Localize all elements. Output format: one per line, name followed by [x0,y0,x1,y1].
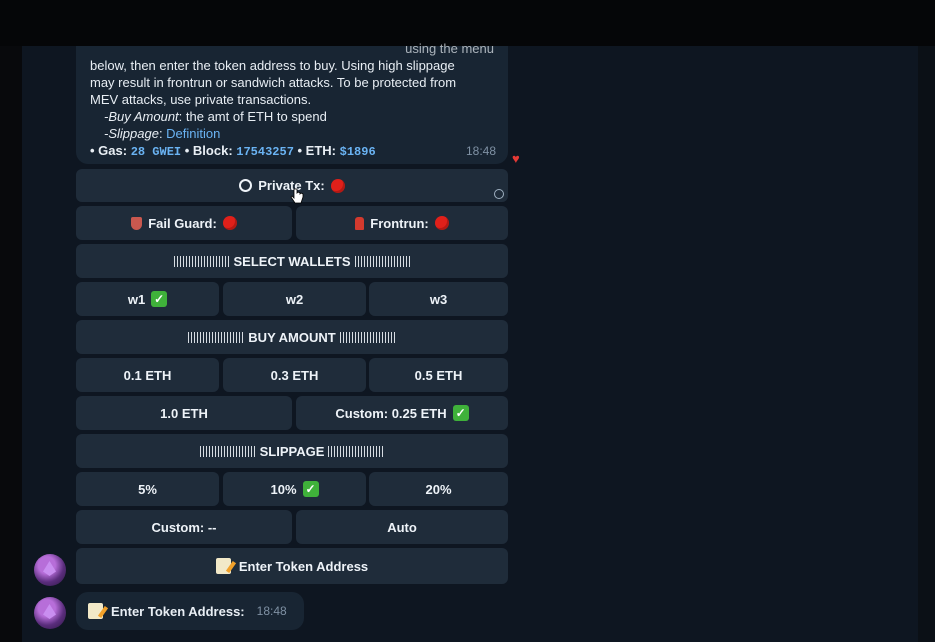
slippage-option-label: 10% [270,481,297,497]
bars-icon [339,331,396,343]
enter-token-address-button[interactable]: Enter Token Address [76,548,508,584]
frontrun-label: Frontrun: [370,215,429,231]
message-line: below, then enter the token address to b… [90,58,455,73]
bars-icon [328,445,385,457]
block-value: 17543257 [236,145,294,159]
red-circle-icon [330,178,345,193]
amount-0-5-button[interactable]: 0.5 ETH [369,358,508,392]
check-icon: ✓ [151,291,168,307]
eth-value: $1896 [339,145,376,159]
buy-amount-term: -Buy Amount [104,109,179,124]
bot-avatar[interactable] [34,597,66,629]
wallet-label: w2 [285,291,304,307]
amount-label: 1.0 ETH [160,405,208,421]
buy-amount-note: -Buy Amount: the amt of ETH to spend [90,108,494,125]
amount-0-1-button[interactable]: 0.1 ETH [76,358,219,392]
slippage-20-button[interactable]: 20% [369,472,508,506]
wallet-w3-button[interactable]: w3 [369,282,508,316]
wallet-label: w1 [127,291,146,307]
clock-icon [494,189,504,199]
slippage-option-label: 5% [138,481,157,497]
amount-label: 0.1 ETH [123,367,172,383]
slippage-auto-button[interactable]: Auto [296,510,508,544]
slippage-option-label: Custom: -- [151,519,217,535]
red-circle-icon [222,216,237,230]
slippage-option-label: 20% [425,481,452,497]
ring-icon [239,179,253,192]
wallet-w1-button[interactable]: w1 ✓ [76,282,219,316]
slippage-10-button[interactable]: 10% ✓ [223,472,366,506]
reply-time: 18:48 [256,604,287,618]
wallet-label: w3 [429,291,448,307]
bars-icon [173,255,230,267]
bars-icon [199,445,256,457]
memo-icon [215,558,231,574]
heart-icon: ♥ [512,151,520,166]
buy-amount-desc: : the amt of ETH to spend [178,109,327,124]
slippage-label: SLIPPAGE [259,443,325,459]
gas-label: • Gas: [90,143,128,158]
select-wallets-label: SELECT WALLETS [233,253,351,269]
shield-icon [131,216,143,230]
enter-token-label: Enter Token Address [238,558,369,574]
check-icon: ✓ [452,405,469,421]
check-icon: ✓ [302,481,319,497]
slippage-note: -Slippage: Definition [90,125,494,142]
buy-amount-label: BUY AMOUNT [248,329,336,345]
slippage-option-label: Auto [387,519,417,535]
amount-label: Custom: 0.25 ETH [335,405,447,421]
message-line: using the menu [405,41,494,56]
slippage-5-button[interactable]: 5% [76,472,219,506]
message-time: 18:48 [465,144,496,158]
slippage-term: -Slippage [104,126,159,141]
message-line: MEV attacks, use private transactions. [90,92,312,107]
left-edge [0,46,22,642]
slippage-header[interactable]: SLIPPAGE [76,434,508,468]
bars-icon [188,331,245,343]
fail-guard-label: Fail Guard: [148,215,217,231]
fire-hydrant-icon [355,216,365,230]
memo-icon [88,603,103,619]
reply-text: Enter Token Address: [111,603,245,619]
right-edge [918,46,935,642]
amount-0-3-button[interactable]: 0.3 ETH [223,358,366,392]
gas-value: 28 GWEI [130,145,182,159]
reply-message: Enter Token Address: 18:48 [76,592,304,630]
eth-label: • ETH: [297,143,337,158]
bot-avatar[interactable] [34,554,66,586]
red-circle-icon [434,216,449,230]
fail-guard-button[interactable]: Fail Guard: [76,206,292,240]
buy-amount-header[interactable]: BUY AMOUNT [76,320,508,354]
hand-cursor-icon [290,188,304,204]
message-line: may result in frontrun or sandwich attac… [90,75,457,90]
stats-line: • Gas: 28 GWEI • Block: 17543257 • ETH: … [90,142,494,161]
amount-1-0-button[interactable]: 1.0 ETH [76,396,292,430]
amount-label: 0.3 ETH [270,367,319,383]
bot-message: using the menu below, then enter the tok… [76,41,508,164]
wallet-w2-button[interactable]: w2 [223,282,366,316]
definition-link[interactable]: Definition [166,126,220,141]
amount-label: 0.5 ETH [414,367,463,383]
block-label: • Block: [184,143,233,158]
bars-icon [354,255,411,267]
slippage-custom-button[interactable]: Custom: -- [76,510,292,544]
amount-custom-button[interactable]: Custom: 0.25 ETH ✓ [296,396,508,430]
select-wallets-header[interactable]: SELECT WALLETS [76,244,508,278]
frontrun-button[interactable]: Frontrun: [296,206,508,240]
